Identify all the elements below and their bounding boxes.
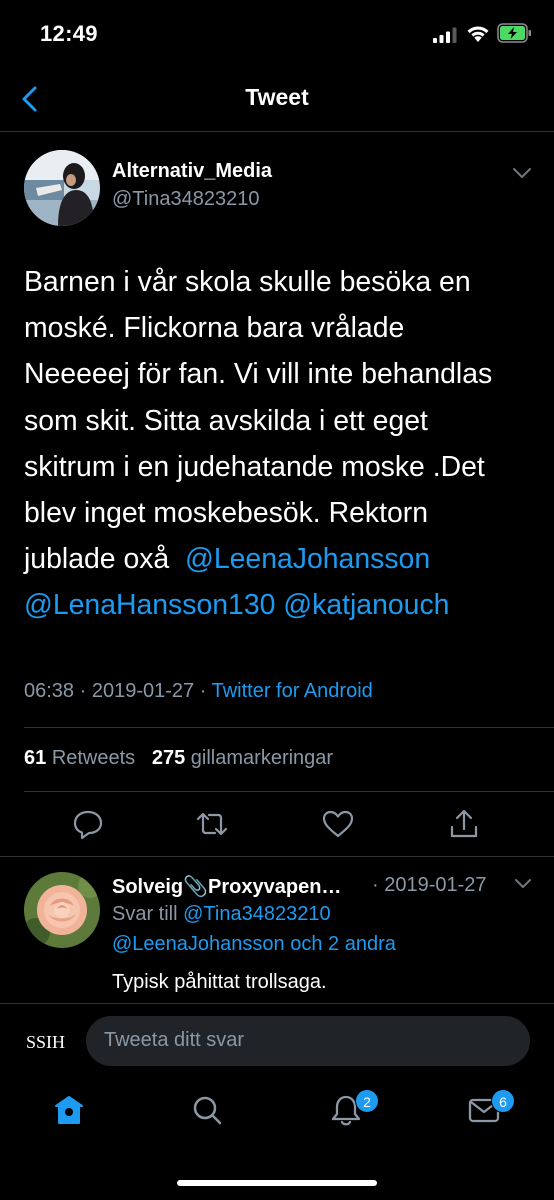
divider bbox=[24, 727, 554, 728]
messages-badge: 6 bbox=[491, 1089, 515, 1113]
reply-to-prefix: Svar till bbox=[112, 903, 184, 925]
tweet-date: 2019-01-27 bbox=[91, 680, 195, 702]
reply-avatar[interactable] bbox=[24, 872, 100, 948]
tweet-text-line: blev inget moskebesök. Rektorn bbox=[24, 497, 428, 530]
tweet-text-line: som skit. Sitta avskilda i ett eget bbox=[24, 404, 428, 437]
like-count: 275 bbox=[151, 747, 186, 769]
tweet-text: Barnen i vår skola skulle besöka en mosk… bbox=[24, 259, 539, 629]
wifi-icon bbox=[467, 26, 489, 42]
tweet-text-line: @LenaHansson130 @katjanouch bbox=[24, 582, 539, 628]
notifications-badge: 2 bbox=[355, 1089, 379, 1113]
chevron-down-icon[interactable] bbox=[511, 166, 533, 180]
like-label: gillamarkeringar bbox=[190, 747, 334, 769]
mention-link[interactable]: @LenaHansson130 bbox=[24, 589, 275, 621]
battery-charging-icon bbox=[497, 23, 531, 43]
tweet-source-link[interactable]: Twitter for Android bbox=[212, 680, 373, 702]
share-icon[interactable] bbox=[447, 808, 481, 840]
tweet-text-line: Barnen i vår skola skulle besöka en bbox=[24, 266, 471, 298]
tweet-text-line: moské. Flickorna bara vrålade bbox=[24, 312, 405, 345]
meta-separator: · bbox=[74, 680, 92, 702]
tweet-text-fragment: jublade oxå bbox=[24, 543, 178, 576]
nav-header: Tweet bbox=[0, 70, 554, 132]
chevron-down-icon[interactable] bbox=[514, 878, 532, 890]
cellular-signal-icon bbox=[433, 27, 457, 43]
composer-avatar: SSIH bbox=[26, 1032, 66, 1052]
mention-link[interactable]: @Tina34823210 bbox=[183, 903, 330, 925]
reply-header: Solveig📎Proxyvapen… bbox=[112, 874, 341, 899]
avatar[interactable] bbox=[24, 150, 100, 226]
retweets-stat[interactable]: 61 Retweets bbox=[24, 747, 135, 769]
page-title: Tweet bbox=[245, 84, 309, 110]
tweet-meta: 06:38 · 2019-01-27 · Twitter for Android bbox=[24, 680, 373, 703]
meta-separator: · bbox=[194, 680, 212, 702]
heart-icon[interactable] bbox=[321, 808, 355, 840]
likes-stat[interactable]: 275 gillamarkeringar bbox=[152, 747, 333, 769]
tweet-text-line: Neeeeej för fan. Vi vill inte behandlas bbox=[24, 358, 493, 391]
home-icon[interactable] bbox=[51, 1092, 87, 1128]
reply-to: Svar till @Tina34823210 bbox=[112, 903, 331, 926]
divider bbox=[0, 856, 554, 857]
retweet-count: 61 bbox=[24, 747, 47, 769]
reply-icon[interactable] bbox=[71, 808, 105, 840]
reply-text: Typisk påhittat trollsaga. bbox=[112, 971, 327, 993]
reply-author-name[interactable]: Solveig📎Proxyvapen… bbox=[112, 876, 341, 898]
mention-link[interactable]: @LeenaJohansson bbox=[185, 543, 430, 575]
status-time: 12:49 bbox=[40, 21, 98, 46]
author-handle[interactable]: @Tina34823210 bbox=[112, 188, 259, 211]
search-icon[interactable] bbox=[189, 1092, 225, 1128]
reply-input[interactable]: Tweeta ditt svar bbox=[86, 1016, 530, 1066]
tweet-stats: 61 Retweets 275 gillamarkeringar bbox=[24, 747, 333, 770]
retweet-label: Retweets bbox=[51, 747, 136, 769]
status-bar: 12:49 bbox=[0, 0, 554, 70]
tweet-text-line: skitrum i en judehatande moske .Det bbox=[24, 450, 485, 483]
retweet-icon[interactable] bbox=[195, 808, 229, 840]
reply-to-more[interactable]: @LeenaJohansson och 2 andra bbox=[112, 933, 396, 956]
mention-link[interactable]: @katjanouch bbox=[283, 589, 449, 621]
reply-date: · 2019-01-27 bbox=[372, 874, 487, 896]
home-indicator bbox=[177, 1180, 377, 1186]
author-name[interactable]: Alternativ_Media bbox=[112, 160, 272, 183]
reply-composer: SSIH Tweeta ditt svar bbox=[0, 1003, 554, 1079]
divider bbox=[24, 791, 554, 792]
tweet-time: 06:38 bbox=[24, 680, 75, 702]
tweet-text-line: jublade oxå @LeenaJohansson bbox=[24, 536, 539, 582]
